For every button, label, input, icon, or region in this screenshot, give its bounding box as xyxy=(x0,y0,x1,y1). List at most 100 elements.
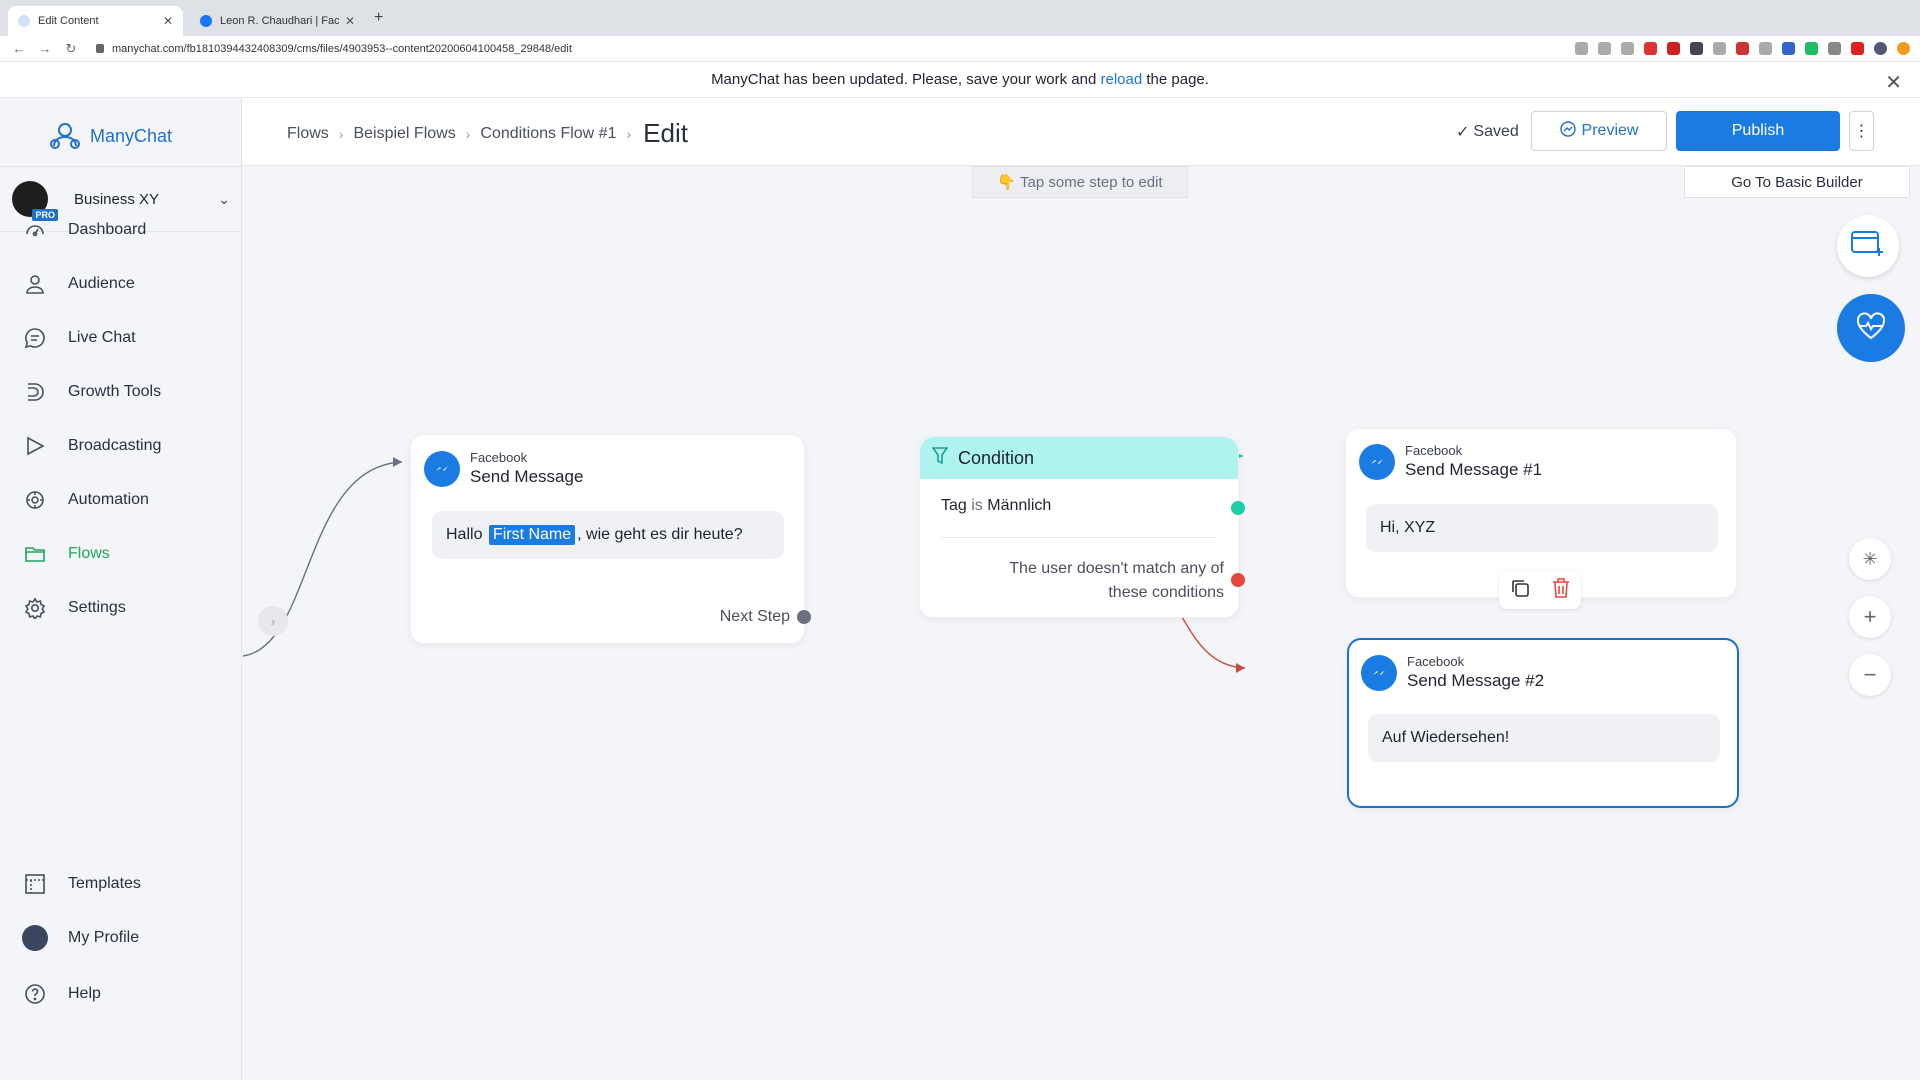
zoom-icon[interactable] xyxy=(1598,42,1611,55)
browser-tab-facebook[interactable]: Leon R. Chaudhari | Facebook ✕ xyxy=(190,6,365,36)
sidebar-item-label: Templates xyxy=(68,875,141,892)
auto-arrange-button[interactable]: ✳ xyxy=(1849,538,1891,580)
tab-label: Leon R. Chaudhari | Facebook xyxy=(220,15,339,27)
close-icon[interactable]: ✕ xyxy=(163,14,173,28)
user-icon xyxy=(22,271,48,297)
sidebar-item-flows[interactable]: Flows xyxy=(0,532,242,576)
back-icon[interactable]: ← xyxy=(12,41,26,56)
publish-button[interactable]: Publish xyxy=(1676,111,1840,151)
manychat-logo-icon xyxy=(48,120,82,152)
add-card-icon xyxy=(1850,229,1886,264)
sidebar-item-label: Audience xyxy=(68,275,135,292)
logo[interactable]: ManyChat xyxy=(48,118,172,154)
star-icon[interactable] xyxy=(1621,42,1634,55)
rule-value: Männlich xyxy=(987,497,1052,514)
sidebar-item-label: Settings xyxy=(68,599,126,616)
sidebar: ManyChat PRO Business XY ⌄ Dashboard Aud… xyxy=(0,98,242,1080)
new-tab-button[interactable]: + xyxy=(374,9,383,27)
extension-icon[interactable] xyxy=(1782,42,1795,55)
extension-icon[interactable] xyxy=(1828,42,1841,55)
translate-icon[interactable] xyxy=(1575,42,1588,55)
true-port[interactable] xyxy=(1231,501,1245,515)
page-title: Edit xyxy=(643,118,688,148)
sidebar-item-automation[interactable]: Automation xyxy=(0,478,242,522)
zoom-in-button[interactable]: + xyxy=(1849,596,1891,638)
condition-node[interactable]: Condition Tag is Männlich The user doesn… xyxy=(919,436,1245,618)
address-bar: ← → ↻ manychat.com/fb181039443240830​9/c… xyxy=(0,36,1920,62)
breadcrumb-beispiel-flows[interactable]: Beispiel Flows xyxy=(353,125,455,143)
send-icon xyxy=(22,433,48,459)
message-bubble[interactable]: Hallo First Name, wie geht es dir heute? xyxy=(432,511,784,559)
sidebar-item-growth-tools[interactable]: Growth Tools xyxy=(0,370,242,414)
sidebar-item-label: Dashboard xyxy=(68,221,147,238)
send-message-2-node[interactable]: Facebook Send Message #2 Auf Wiedersehen… xyxy=(1347,638,1739,808)
update-icon[interactable] xyxy=(1897,42,1910,55)
extension-icon[interactable] xyxy=(1736,42,1749,55)
minus-icon: − xyxy=(1863,662,1877,687)
extension-icon[interactable] xyxy=(1851,42,1864,55)
basic-builder-button[interactable]: Go To Basic Builder xyxy=(1684,166,1910,198)
sidebar-item-help[interactable]: Help xyxy=(0,972,242,1016)
messenger-icon xyxy=(1361,654,1397,691)
message-bubble[interactable]: Hi, XYZ xyxy=(1366,504,1718,552)
breadcrumb-conditions-flow[interactable]: Conditions Flow #1 xyxy=(480,125,616,143)
reload-link[interactable]: reload xyxy=(1100,71,1142,88)
automation-icon xyxy=(22,487,48,513)
update-notice: ManyChat has been updated. Please, save … xyxy=(0,62,1920,98)
more-options-button[interactable]: ⋮ xyxy=(1849,111,1874,151)
sidebar-item-templates[interactable]: Templates xyxy=(0,862,242,906)
rule-operator: is xyxy=(971,497,983,514)
extension-icon[interactable] xyxy=(1690,42,1703,55)
notice-text-after: the page. xyxy=(1146,71,1209,88)
node-platform: Facebook xyxy=(1407,654,1465,669)
sidebar-item-label: Automation xyxy=(68,491,149,508)
else-text: The user doesn't match any of these cond… xyxy=(1009,560,1224,601)
sidebar-item-audience[interactable]: Audience xyxy=(0,262,242,306)
sidebar-item-dashboard[interactable]: Dashboard xyxy=(0,208,242,252)
extension-icon[interactable] xyxy=(1805,42,1818,55)
profile-avatar[interactable] xyxy=(1874,42,1887,55)
condition-rule[interactable]: Tag is Männlich xyxy=(941,497,1051,515)
extension-icon[interactable] xyxy=(1713,42,1726,55)
sidebar-item-my-profile[interactable]: My Profile xyxy=(0,916,242,960)
editor-header: Flows › Beispiel Flows › Conditions Flow… xyxy=(242,98,1920,166)
collapse-handle[interactable]: › xyxy=(258,606,288,636)
close-icon[interactable]: ✕ xyxy=(1885,70,1902,95)
flow-canvas[interactable]: › 👇 Tap some step to edit Go To Basic Bu… xyxy=(243,166,1920,1080)
heart-pulse-icon xyxy=(1855,312,1887,345)
plus-icon: + xyxy=(1863,604,1877,629)
add-step-button[interactable] xyxy=(1837,215,1899,277)
preview-label: Preview xyxy=(1581,122,1639,139)
manychat-favicon-icon xyxy=(18,15,30,27)
extensions xyxy=(1575,42,1910,55)
false-port[interactable] xyxy=(1231,573,1245,587)
forward-icon[interactable]: → xyxy=(38,41,52,56)
extension-icon[interactable] xyxy=(1759,42,1772,55)
message-bubble[interactable]: Auf Wiedersehen! xyxy=(1368,714,1720,762)
chevron-right-icon: › xyxy=(626,125,632,142)
extension-icon[interactable] xyxy=(1644,42,1657,55)
extension-icon[interactable] xyxy=(1667,42,1680,55)
next-step-port[interactable] xyxy=(797,610,811,624)
avatar xyxy=(22,925,48,951)
lock-icon xyxy=(96,44,104,53)
messenger-icon xyxy=(1559,120,1576,142)
sidebar-item-broadcasting[interactable]: Broadcasting xyxy=(0,424,242,468)
browser-tab-edit-content[interactable]: Edit Content ✕ xyxy=(8,6,183,36)
first-name-variable[interactable]: First Name xyxy=(488,525,576,545)
sidebar-item-label: Live Chat xyxy=(68,329,136,346)
close-icon[interactable]: ✕ xyxy=(345,14,355,28)
trash-icon[interactable] xyxy=(1551,577,1571,604)
sidebar-item-live-chat[interactable]: Live Chat xyxy=(0,316,242,360)
flow-health-button[interactable] xyxy=(1837,294,1905,362)
preview-button[interactable]: Preview xyxy=(1531,111,1667,151)
sidebar-item-settings[interactable]: Settings xyxy=(0,586,242,630)
url-field[interactable]: manychat.com/fb181039443240830​9/cms/fil… xyxy=(112,43,572,55)
breadcrumb-flows[interactable]: Flows xyxy=(287,125,329,143)
sidebar-item-label: Growth Tools xyxy=(68,383,162,400)
condition-title: Condition xyxy=(958,447,1035,468)
send-message-node[interactable]: Facebook Send Message Hallo First Name, … xyxy=(410,434,811,644)
zoom-out-button[interactable]: − xyxy=(1849,654,1891,696)
reload-icon[interactable]: ↻ xyxy=(64,41,78,57)
duplicate-icon[interactable] xyxy=(1509,577,1531,604)
